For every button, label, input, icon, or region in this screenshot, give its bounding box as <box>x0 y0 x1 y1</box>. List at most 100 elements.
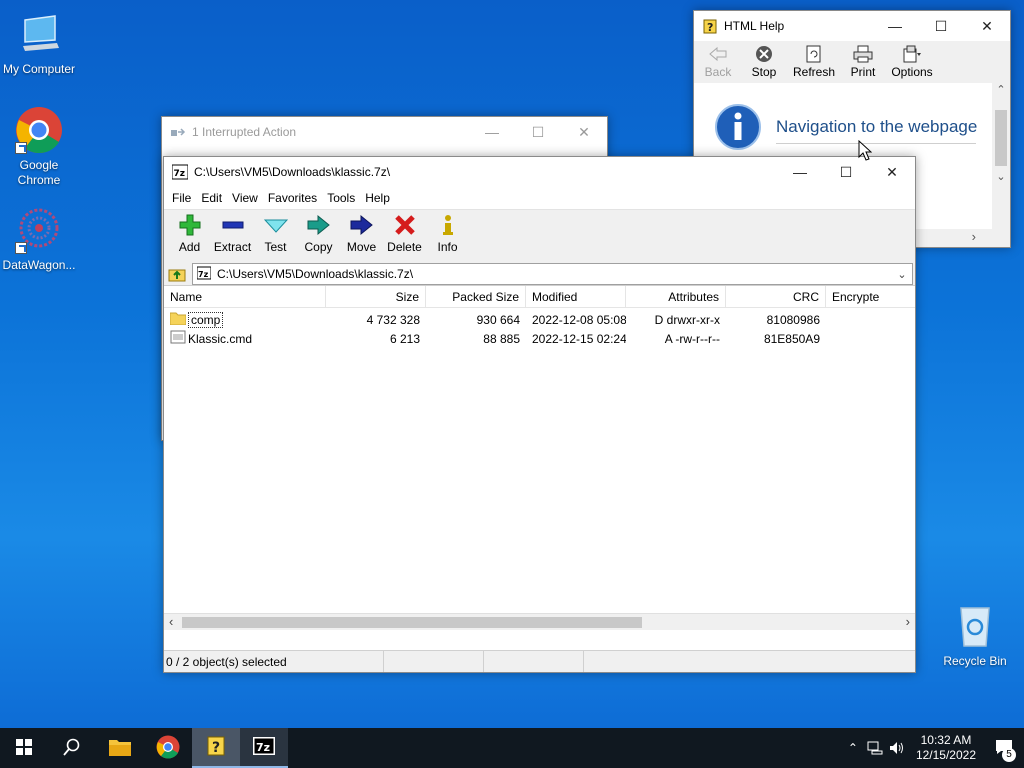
volume-icon[interactable] <box>886 741 908 755</box>
add-button[interactable]: Add <box>168 210 211 261</box>
shortcut-arrow-icon <box>15 142 27 154</box>
system-tray: ⌃ 10:32 AM 12/15/2022 5 <box>842 728 1024 768</box>
search-button[interactable] <box>48 728 96 768</box>
minimize-button[interactable]: — <box>777 157 823 187</box>
info-icon <box>436 214 460 236</box>
window-title: 1 Interrupted Action <box>192 125 297 139</box>
taskbar-chrome[interactable] <box>144 728 192 768</box>
desktop-icon-my-computer[interactable]: My Computer <box>0 10 78 77</box>
mouse-cursor-icon <box>858 139 873 165</box>
minus-icon <box>221 214 245 236</box>
sevenzip-window[interactable]: 7z C:\Users\VM5\Downloads\klassic.7z\ — … <box>163 156 916 673</box>
file-list[interactable]: Name Size Packed Size Modified Attribute… <box>164 285 915 630</box>
column-crc[interactable]: CRC <box>726 286 826 307</box>
options-button[interactable]: Options <box>886 41 938 83</box>
maximize-button[interactable]: ☐ <box>515 117 561 147</box>
scroll-left-icon[interactable]: ‹ <box>169 614 173 629</box>
desktop-icon-datawagon[interactable]: DataWagon... <box>0 206 78 273</box>
notification-badge: 5 <box>1002 748 1016 762</box>
print-button[interactable]: Print <box>840 41 886 83</box>
back-button[interactable]: Back <box>696 41 740 83</box>
close-button[interactable]: ✕ <box>561 117 607 147</box>
check-icon <box>263 214 288 236</box>
info-circle-icon <box>714 103 762 154</box>
svg-text:7z: 7z <box>256 741 270 754</box>
maximize-button[interactable]: ☐ <box>918 11 964 41</box>
info-button[interactable]: Info <box>426 210 469 261</box>
options-icon <box>900 45 924 63</box>
datawagon-icon <box>15 206 63 254</box>
status-text: 0 / 2 object(s) selected <box>164 651 384 672</box>
menu-edit[interactable]: Edit <box>196 191 227 205</box>
table-row[interactable]: comp 4 732 328 930 664 2022-12-08 05:08 … <box>164 310 915 329</box>
help-icon: ? <box>205 735 227 760</box>
close-button[interactable]: ✕ <box>964 11 1010 41</box>
move-button[interactable]: Move <box>340 210 383 261</box>
status-bar: 0 / 2 object(s) selected <box>164 650 915 672</box>
window-title: HTML Help <box>724 19 785 33</box>
chrome-icon <box>15 106 63 154</box>
chevron-down-icon[interactable]: ⌄ <box>892 268 912 281</box>
menu-help[interactable]: Help <box>360 191 395 205</box>
menu-tools[interactable]: Tools <box>322 191 360 205</box>
column-modified[interactable]: Modified <box>526 286 626 307</box>
taskbar-html-help[interactable]: ? <box>192 728 240 768</box>
file-name: Klassic.cmd <box>188 331 253 346</box>
column-encrypted[interactable]: Encrypte <box>826 286 915 307</box>
horizontal-scrollbar[interactable]: ‹ › <box>164 613 915 630</box>
menu-favorites[interactable]: Favorites <box>263 191 322 205</box>
printer-icon <box>851 45 875 63</box>
column-size[interactable]: Size <box>326 286 426 307</box>
chevron-up-icon[interactable]: ⌃ <box>842 741 864 755</box>
taskbar-file-explorer[interactable] <box>96 728 144 768</box>
folder-icon <box>169 311 187 328</box>
notification-center-button[interactable]: 5 <box>984 728 1024 768</box>
start-button[interactable] <box>0 728 48 768</box>
test-button[interactable]: Test <box>254 210 297 261</box>
back-arrow-icon <box>706 45 730 63</box>
scroll-thumb[interactable] <box>182 617 642 628</box>
move-arrow-icon <box>350 214 374 236</box>
close-button[interactable]: ✕ <box>869 157 915 187</box>
column-packed-size[interactable]: Packed Size <box>426 286 526 307</box>
chrome-icon <box>156 735 180 762</box>
menu-file[interactable]: File <box>167 191 196 205</box>
plus-icon <box>178 214 202 236</box>
table-row[interactable]: Klassic.cmd 6 213 88 885 2022-12-15 02:2… <box>164 329 915 348</box>
desktop-icon-google-chrome[interactable]: Google Chrome <box>0 106 78 188</box>
stop-button[interactable]: Stop <box>740 41 788 83</box>
help-message: Navigation to the webpage <box>776 117 978 136</box>
transfer-icon <box>170 124 186 140</box>
search-icon <box>63 738 81 759</box>
scroll-up-icon[interactable]: ⌃ <box>992 83 1010 96</box>
menu-bar: File Edit View Favorites Tools Help <box>164 187 915 209</box>
desktop-icon-recycle-bin[interactable]: Recycle Bin <box>936 602 1014 669</box>
copy-arrow-icon <box>307 214 331 236</box>
scroll-right-icon[interactable]: › <box>906 614 910 629</box>
window-title: C:\Users\VM5\Downloads\klassic.7z\ <box>194 165 391 179</box>
column-name[interactable]: Name <box>164 286 326 307</box>
menu-view[interactable]: View <box>227 191 263 205</box>
help-icon: ? <box>702 18 718 34</box>
vertical-scrollbar[interactable]: ⌃ ⌄ <box>992 83 1010 229</box>
copy-button[interactable]: Copy <box>297 210 340 261</box>
scroll-down-icon[interactable]: ⌄ <box>992 170 1010 183</box>
network-icon[interactable] <box>864 741 886 755</box>
address-input[interactable]: 7z C:\Users\VM5\Downloads\klassic.7z\ ⌄ <box>192 263 913 285</box>
svg-text:7z: 7z <box>174 169 186 179</box>
delete-button[interactable]: Delete <box>383 210 426 261</box>
windows-logo-icon <box>16 738 32 758</box>
clock[interactable]: 10:32 AM 12/15/2022 <box>908 733 984 763</box>
stop-icon <box>752 45 776 63</box>
shortcut-arrow-icon <box>15 242 27 254</box>
7zip-icon: 7z <box>196 266 212 283</box>
refresh-button[interactable]: Refresh <box>788 41 840 83</box>
folder-up-icon[interactable] <box>166 263 188 285</box>
column-attributes[interactable]: Attributes <box>626 286 726 307</box>
minimize-button[interactable]: — <box>872 11 918 41</box>
svg-text:7z: 7z <box>198 270 209 279</box>
minimize-button[interactable]: — <box>469 117 515 147</box>
extract-button[interactable]: Extract <box>211 210 254 261</box>
7zip-icon: 7z <box>171 164 189 180</box>
taskbar-7zip[interactable]: 7z <box>240 728 288 768</box>
